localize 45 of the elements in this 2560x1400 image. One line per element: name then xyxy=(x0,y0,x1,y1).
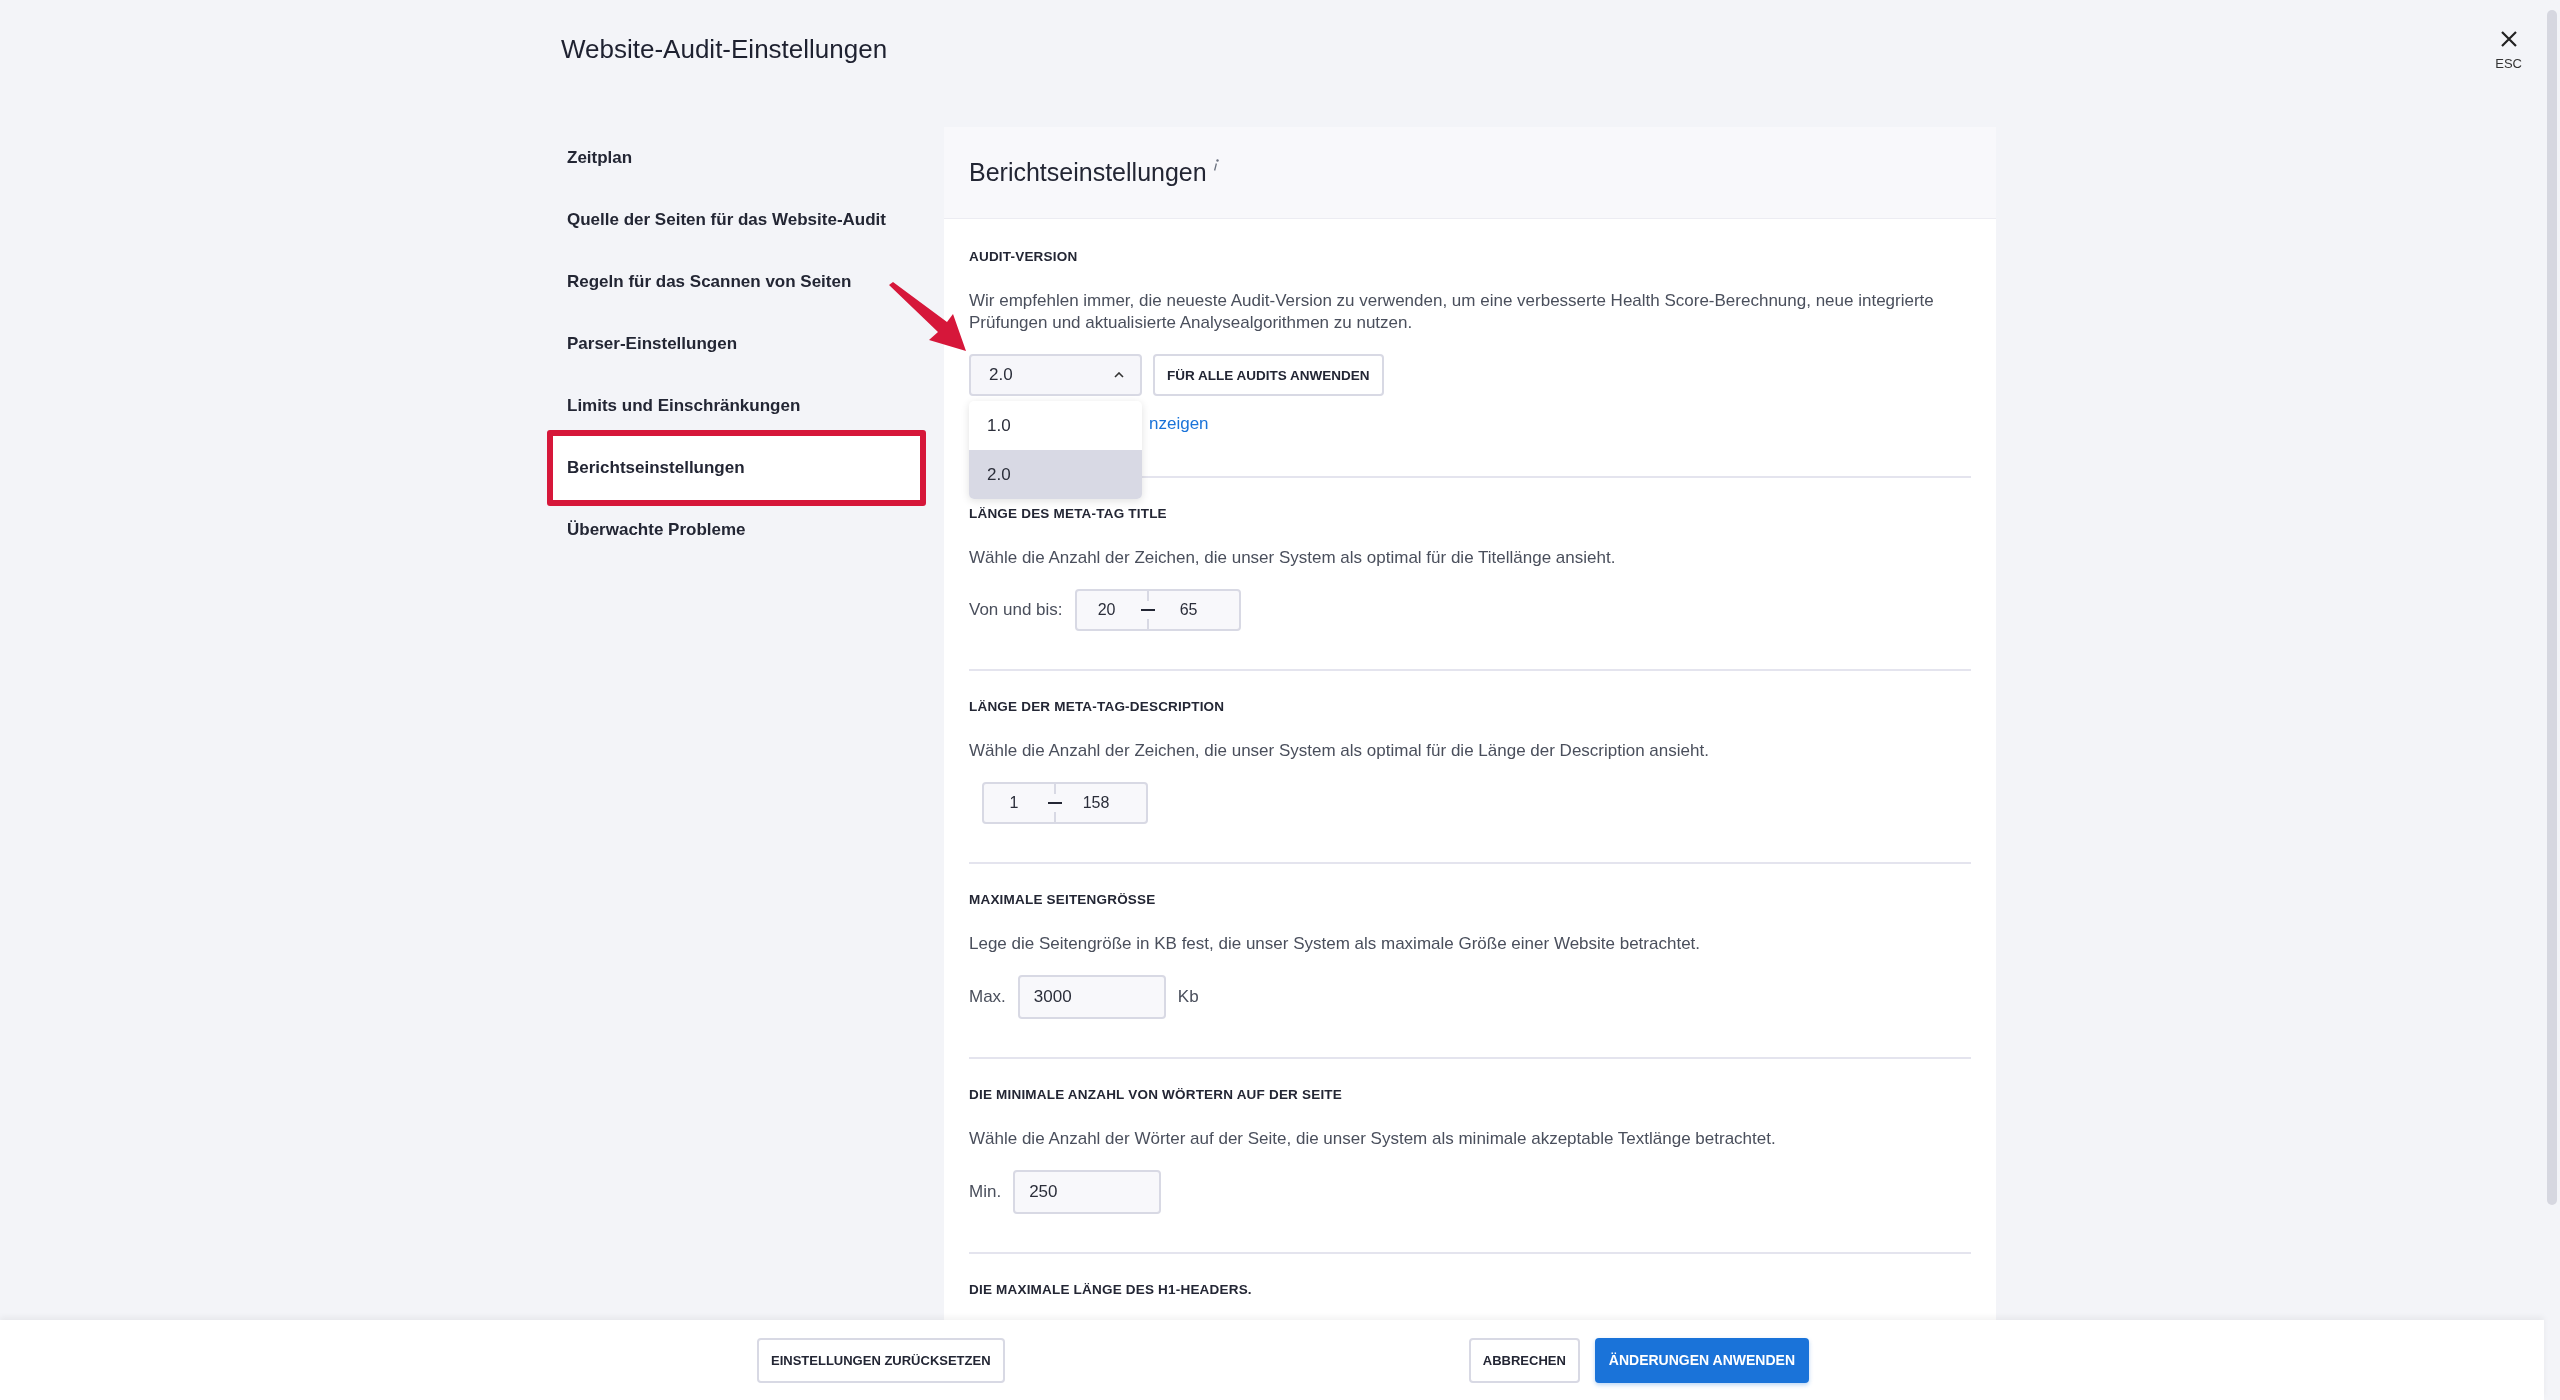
from-input[interactable]: 1 xyxy=(984,794,1044,812)
dropdown-option[interactable]: 2.0 xyxy=(969,450,1142,499)
info-icon xyxy=(1212,158,1219,171)
unit-label: Kb xyxy=(1177,987,1199,1007)
from-input[interactable]: 20 xyxy=(1076,601,1137,619)
sidebar-item[interactable]: Zeitplan xyxy=(547,135,926,181)
version-select[interactable]: 2.0 xyxy=(969,354,1142,396)
number-field[interactable]: 3000 xyxy=(1017,975,1166,1019)
link[interactable]: nzeigen xyxy=(1149,414,1209,434)
panel-heading: Berichtseinstellungen xyxy=(969,158,1207,187)
section-label: DIE MINIMALE ANZAHL VON WÖRTERN AUF DER SEITE xyxy=(969,1087,1343,1102)
section-label: MAXIMALE SEITENGRÖSSE xyxy=(969,892,1157,907)
sidebar-item[interactable]: Limits und Einschränkungen xyxy=(547,383,926,429)
page-title: Website-Audit-Einstellungen xyxy=(560,33,889,66)
dash-icon xyxy=(1048,802,1062,804)
to-input[interactable]: 158 xyxy=(1066,794,1126,812)
section-description: Lege die Seitengröße in KB fest, die unser System als maximale Größe einer Website betrachtet. xyxy=(969,933,1702,955)
field-label: Min. xyxy=(969,1182,1002,1202)
section-label: LÄNGE DER META-TAG-DESCRIPTION xyxy=(969,699,1226,714)
field-label: Von und bis: xyxy=(969,600,1063,620)
sidebar-item[interactable]: Quelle der Seiten für das Website-Audit xyxy=(547,197,926,243)
sidebar-item[interactable]: Regeln für das Scannen von Seiten xyxy=(547,259,926,305)
dropdown-option[interactable]: 1.0 xyxy=(969,401,1142,450)
dash-icon xyxy=(1140,609,1155,611)
cancel-button[interactable]: ABBRECHEN xyxy=(1468,1337,1580,1383)
section-description: Wähle die Anzahl der Zeichen, die unser System als optimal für die Länge der Description ansieht. xyxy=(969,740,1710,762)
scrollbar[interactable] xyxy=(2547,10,2557,1205)
section-label: AUDIT-VERSION xyxy=(969,249,1079,264)
section-description: Wähle die Anzahl der Zeichen, die unser System als optimal für die Titellänge ansieht. xyxy=(969,547,1617,569)
sidebar-item[interactable]: Berichtseinstellungen xyxy=(547,430,926,506)
sidebar-item[interactable]: Parser-Einstellungen xyxy=(547,321,926,367)
reset-button[interactable]: EINSTELLUNGEN ZURÜCKSETZEN xyxy=(757,1337,1005,1383)
apply-button[interactable]: ÄNDERUNGEN ANWENDEN xyxy=(1594,1337,1809,1383)
close-icon[interactable] xyxy=(2499,30,2518,48)
to-input[interactable]: 65 xyxy=(1158,601,1219,619)
sidebar-item[interactable]: Überwachte Probleme xyxy=(547,507,926,553)
section-description: Wir empfehlen immer, die neueste Audit-Version zu verwenden, um eine verbesserte Health Score-Berechnung, neue integrierte Prüfungen und aktualisierte Analysealgorithmen zu nutzen. xyxy=(969,290,1935,334)
section-description: Wähle die Anzahl der Wörter auf der Seite, die unser System als minimale akzeptable Textlänge betrachtet. xyxy=(969,1128,1777,1150)
field-label: Max. xyxy=(969,987,1006,1007)
apply-all-button[interactable]: FÜR ALLE AUDITS ANWENDEN xyxy=(1153,354,1384,396)
esc-hint: ESC xyxy=(2495,56,2522,71)
chevron-icon xyxy=(1114,372,1124,378)
section-label: LÄNGE DES META-TAG TITLE xyxy=(969,506,1168,521)
number-field[interactable]: 250 xyxy=(1013,1170,1162,1214)
section-label: DIE MAXIMALE LÄNGE DES H1-HEADERS. xyxy=(969,1282,1253,1297)
